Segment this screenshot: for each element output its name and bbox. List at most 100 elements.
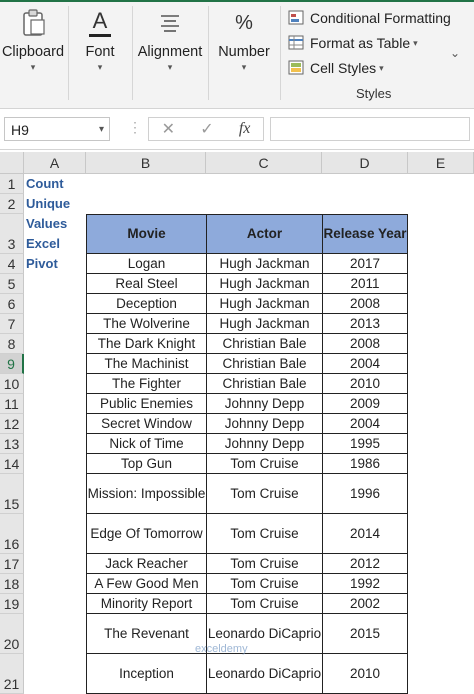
column-header[interactable]: A bbox=[24, 152, 86, 174]
table-cell[interactable]: Hugh Jackman bbox=[206, 294, 322, 314]
table-cell[interactable]: Nick of Time bbox=[86, 434, 206, 454]
table-cell[interactable]: Christian Bale bbox=[206, 354, 322, 374]
cancel-icon[interactable]: ✕ bbox=[162, 119, 175, 139]
table-cell[interactable]: The Revenant bbox=[86, 614, 206, 654]
table-cell[interactable]: Hugh Jackman bbox=[206, 314, 322, 334]
row-header[interactable]: 14 bbox=[0, 454, 24, 474]
row-header[interactable]: 8 bbox=[0, 334, 24, 354]
table-cell[interactable]: The Wolverine bbox=[86, 314, 206, 334]
table-cell[interactable]: 1996 bbox=[322, 474, 408, 514]
font-group[interactable]: A Font ▾ bbox=[70, 0, 130, 105]
table-cell[interactable]: Secret Window bbox=[86, 414, 206, 434]
row-header[interactable]: 6 bbox=[0, 294, 24, 314]
table-cell[interactable]: 2002 bbox=[322, 594, 408, 614]
table-cell[interactable]: Real Steel bbox=[86, 274, 206, 294]
table-cell[interactable]: Johnny Depp bbox=[206, 434, 322, 454]
row-header[interactable]: 2 bbox=[0, 194, 24, 214]
table-cell[interactable]: 1995 bbox=[322, 434, 408, 454]
table-cell[interactable]: Logan bbox=[86, 254, 206, 274]
percent-icon: % bbox=[235, 12, 253, 34]
table-cell[interactable]: Jack Reacher bbox=[86, 554, 206, 574]
row-header[interactable]: 19 bbox=[0, 594, 24, 614]
table-cell[interactable]: Tom Cruise bbox=[206, 474, 322, 514]
table-cell[interactable]: 2012 bbox=[322, 554, 408, 574]
table-cell[interactable]: Public Enemies bbox=[86, 394, 206, 414]
row-header[interactable]: 16 bbox=[0, 514, 24, 554]
table-cell[interactable]: 2014 bbox=[322, 514, 408, 554]
table-header-cell[interactable]: Movie bbox=[86, 214, 206, 254]
formula-input[interactable] bbox=[270, 117, 470, 141]
table-cell[interactable]: 2010 bbox=[322, 654, 408, 694]
conditional-formatting-label: Conditional Formatting bbox=[310, 10, 451, 26]
table-cell[interactable]: Tom Cruise bbox=[206, 514, 322, 554]
table-cell[interactable]: 2010 bbox=[322, 374, 408, 394]
table-header-cell[interactable]: Actor bbox=[206, 214, 322, 254]
column-header[interactable]: E bbox=[408, 152, 474, 174]
row-header[interactable]: 1 bbox=[0, 174, 24, 194]
column-header[interactable]: B bbox=[86, 152, 206, 174]
sheet-title[interactable]: Count Unique Values Excel Pivot bbox=[26, 174, 70, 274]
row-header[interactable]: 15 bbox=[0, 474, 24, 514]
table-cell[interactable]: A Few Good Men bbox=[86, 574, 206, 594]
table-cell[interactable]: 2009 bbox=[322, 394, 408, 414]
enter-icon[interactable]: ✓ bbox=[200, 119, 213, 139]
table-cell[interactable]: Mission: Impossible bbox=[86, 474, 206, 514]
row-header[interactable]: 13 bbox=[0, 434, 24, 454]
table-cell[interactable]: The Dark Knight bbox=[86, 334, 206, 354]
cell-styles-button[interactable]: Cell Styles ▾ bbox=[288, 57, 384, 79]
table-cell[interactable]: Top Gun bbox=[86, 454, 206, 474]
format-as-table-button[interactable]: Format as Table ▾ bbox=[288, 32, 418, 54]
row-header[interactable]: 12 bbox=[0, 414, 24, 434]
row-header[interactable]: 17 bbox=[0, 554, 24, 574]
table-cell[interactable]: Hugh Jackman bbox=[206, 274, 322, 294]
row-header[interactable]: 9 bbox=[0, 354, 24, 374]
table-cell[interactable]: 2008 bbox=[322, 294, 408, 314]
row-header[interactable]: 7 bbox=[0, 314, 24, 334]
column-header[interactable]: C bbox=[206, 152, 322, 174]
alignment-group[interactable]: Alignment ▾ bbox=[134, 0, 206, 105]
table-cell[interactable]: 1986 bbox=[322, 454, 408, 474]
table-cell[interactable]: Christian Bale bbox=[206, 374, 322, 394]
table-header-cell[interactable]: Release Year bbox=[322, 214, 408, 254]
clipboard-group[interactable]: Clipboard ▾ bbox=[0, 0, 66, 105]
table-cell[interactable]: Minority Report bbox=[86, 594, 206, 614]
table-cell[interactable]: Johnny Depp bbox=[206, 394, 322, 414]
row-header[interactable]: 20 bbox=[0, 614, 24, 654]
name-box[interactable]: H9 ▾ bbox=[4, 117, 110, 141]
select-all-corner[interactable] bbox=[0, 152, 24, 174]
table-cell[interactable]: Tom Cruise bbox=[206, 574, 322, 594]
table-cell[interactable]: The Fighter bbox=[86, 374, 206, 394]
table-cell[interactable]: 2015 bbox=[322, 614, 408, 654]
table-cell[interactable]: Tom Cruise bbox=[206, 594, 322, 614]
column-header[interactable]: D bbox=[322, 152, 408, 174]
table-cell[interactable]: Hugh Jackman bbox=[206, 254, 322, 274]
table-cell[interactable]: Leonardo DiCaprio bbox=[206, 654, 322, 694]
row-header[interactable]: 4 bbox=[0, 254, 24, 274]
collapse-ribbon-icon[interactable]: ⌄ bbox=[450, 46, 460, 60]
table-cell[interactable]: 2013 bbox=[322, 314, 408, 334]
number-group[interactable]: % Number ▾ bbox=[212, 0, 276, 105]
row-header[interactable]: 11 bbox=[0, 394, 24, 414]
table-cell[interactable]: Tom Cruise bbox=[206, 454, 322, 474]
row-header[interactable]: 10 bbox=[0, 374, 24, 394]
table-cell[interactable]: 2004 bbox=[322, 414, 408, 434]
row-header[interactable]: 18 bbox=[0, 574, 24, 594]
row-header[interactable]: 3 bbox=[0, 214, 24, 254]
table-cell[interactable]: 2008 bbox=[322, 334, 408, 354]
drag-handle-icon[interactable]: ⋮ bbox=[128, 119, 142, 136]
table-cell[interactable]: 2017 bbox=[322, 254, 408, 274]
table-cell[interactable]: Johnny Depp bbox=[206, 414, 322, 434]
conditional-formatting-button[interactable]: Conditional Formatting bbox=[288, 7, 451, 29]
table-cell[interactable]: 2004 bbox=[322, 354, 408, 374]
row-header[interactable]: 5 bbox=[0, 274, 24, 294]
table-cell[interactable]: Edge Of Tomorrow bbox=[86, 514, 206, 554]
table-cell[interactable]: 1992 bbox=[322, 574, 408, 594]
table-cell[interactable]: The Machinist bbox=[86, 354, 206, 374]
row-header[interactable]: 21 bbox=[0, 654, 24, 694]
table-cell[interactable]: 2011 bbox=[322, 274, 408, 294]
table-cell[interactable]: Deception bbox=[86, 294, 206, 314]
insert-function-icon[interactable]: fx bbox=[239, 120, 251, 138]
table-cell[interactable]: Christian Bale bbox=[206, 334, 322, 354]
table-cell[interactable]: Tom Cruise bbox=[206, 554, 322, 574]
table-cell[interactable]: Inception bbox=[86, 654, 206, 694]
